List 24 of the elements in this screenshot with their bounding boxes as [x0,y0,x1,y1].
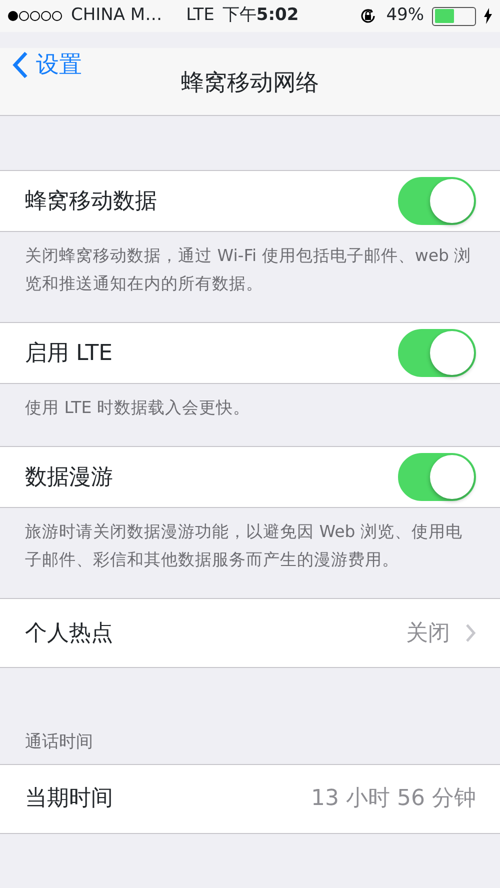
row-value: 关闭 [406,620,450,648]
toggle-switch[interactable] [398,177,476,225]
section-footer: 使用 LTE 时数据载入会更快。 [0,384,500,446]
section-header: 通话时间 [24,731,94,754]
row-label: 蜂窝移动数据 [25,188,157,216]
status-time: 下午5:02 [222,4,299,28]
row-label: 当期时间 [25,785,113,813]
section-footer: 旅游时请关闭数据漫游功能，以避免因 Web 浏览、使用电子邮件、彩信和其他数据服务而产生的漫游费用。 [0,508,500,598]
network-type: LTE [186,4,214,28]
chevron-left-icon [12,51,28,80]
carrier-name: CHINA M… [71,4,162,28]
section-footer: 关闭蜂窝移动数据，通过 Wi-Fi 使用包括电子邮件、web 浏览和推送通知在内的所有数据。 [0,232,500,322]
row-label: 启用 LTE [25,340,113,368]
row-label: 个人热点 [25,620,113,648]
row-label: 数据漫游 [25,464,113,492]
toggle-switch[interactable] [398,329,476,377]
back-button[interactable]: 设置 [0,48,82,82]
page-title: 蜂窝移动网络 [180,69,320,98]
row-value: 13 小时 56 分钟 [311,785,476,813]
battery-percent: 49% [386,4,424,28]
hotspot-row[interactable]: 个人热点 关闭 [0,599,500,667]
chevron-right-icon [466,624,476,642]
toggle-switch[interactable] [398,453,476,501]
signal-icon [8,11,63,21]
